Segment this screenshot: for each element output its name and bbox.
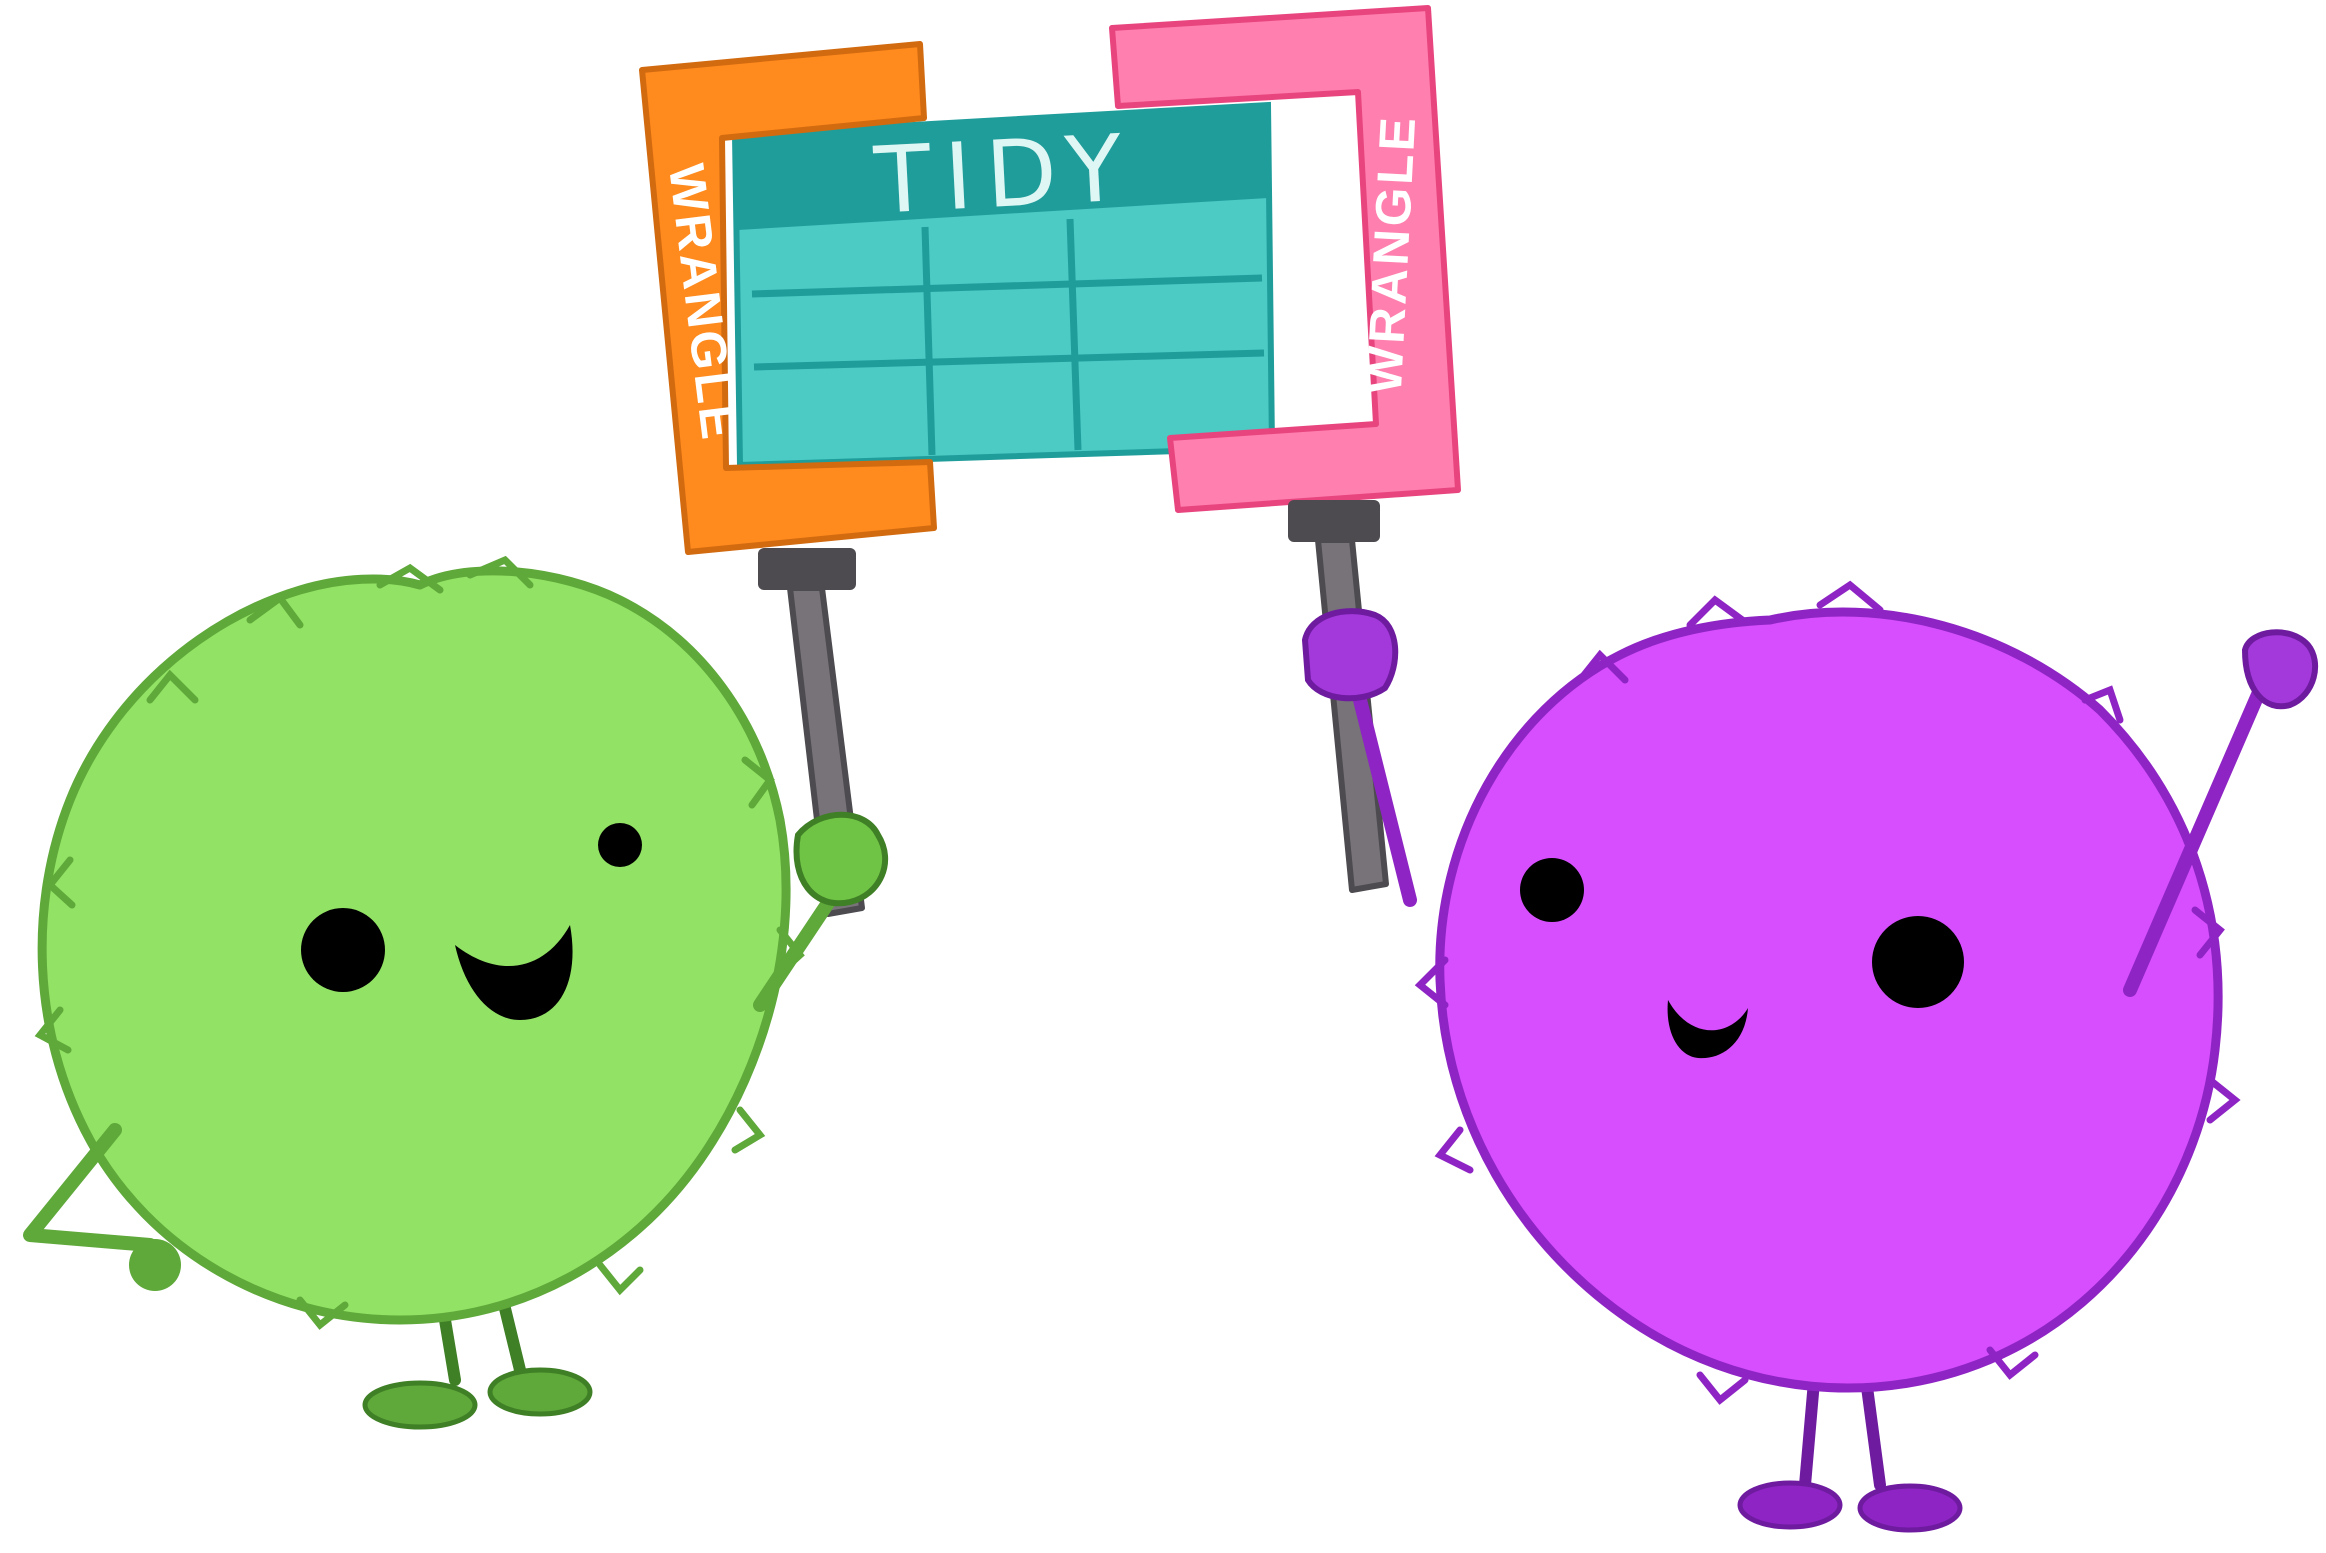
purple-monster-right-foot — [1857, 1483, 1963, 1533]
table-title: TIDY — [871, 114, 1139, 235]
purple-monster-left-eye — [1520, 858, 1584, 922]
purple-fuzzy-monster — [1301, 580, 2319, 1533]
green-monster-body — [37, 566, 791, 1325]
purple-monster-left-hand — [1301, 608, 1399, 702]
green-monster-right-foot — [487, 1367, 593, 1417]
tidy-data-table: TIDY — [731, 101, 1276, 469]
green-monster-left-hand — [129, 1239, 181, 1291]
orange-clamp-handle-cap — [758, 548, 856, 590]
illustration-scene: TIDY WRANGLE WRANGLE — [23, 5, 2319, 1533]
green-monster-right-eye — [598, 823, 642, 867]
purple-monster-left-foot — [1737, 1480, 1843, 1530]
purple-monster-right-eye — [1872, 916, 1964, 1008]
purple-monster-right-fist — [2241, 629, 2319, 710]
green-monster-left-foot — [362, 1380, 478, 1430]
green-monster-left-eye — [301, 908, 385, 992]
pink-clamp-handle — [1315, 537, 1389, 893]
pink-clamp-handle-cap — [1288, 500, 1380, 542]
green-monster-right-hand — [793, 811, 889, 907]
purple-monster-body — [1435, 607, 2223, 1393]
green-fuzzy-monster — [23, 555, 889, 1430]
